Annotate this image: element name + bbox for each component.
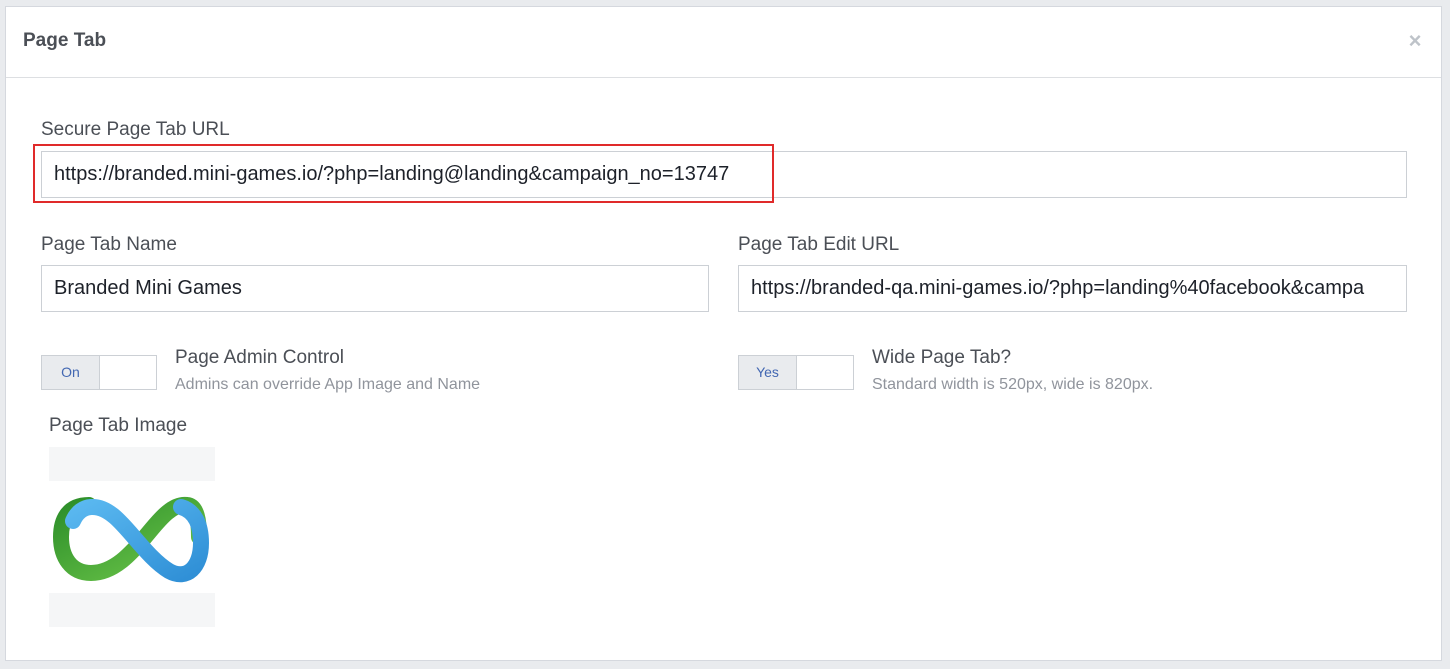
dialog-header: Page Tab × — [6, 7, 1441, 78]
wide-tab-description: Standard width is 520px, wide is 820px. — [872, 376, 1154, 393]
wide-tab-toggle-label: Yes — [739, 356, 797, 389]
page-tab-image-label: Page Tab Image — [49, 415, 188, 436]
page-tab-edit-url-label: Page Tab Edit URL — [738, 234, 900, 255]
secure-url-label: Secure Page Tab URL — [41, 119, 230, 140]
page-tab-name-label: Page Tab Name — [41, 234, 177, 255]
admin-control-description: Admins can override App Image and Name — [175, 376, 481, 393]
admin-control-title: Page Admin Control — [175, 347, 344, 368]
page-tab-dialog: Page Tab × Secure Page Tab URL Page Tab … — [5, 6, 1442, 661]
admin-control-toggle-label: On — [42, 356, 100, 389]
dialog-title: Page Tab — [23, 30, 107, 51]
image-top-band — [49, 447, 215, 481]
page-tab-image[interactable] — [49, 447, 215, 627]
wide-tab-toggle[interactable]: Yes — [738, 355, 854, 390]
image-bottom-band — [49, 593, 215, 627]
page-tab-edit-url-input[interactable] — [738, 265, 1407, 312]
close-icon[interactable]: × — [1405, 30, 1425, 52]
page-tab-name-input[interactable] — [41, 265, 709, 312]
wide-tab-title: Wide Page Tab? — [872, 347, 1012, 368]
secure-url-input[interactable] — [41, 151, 1407, 198]
admin-control-toggle[interactable]: On — [41, 355, 157, 390]
infinity-logo-icon — [52, 497, 210, 583]
